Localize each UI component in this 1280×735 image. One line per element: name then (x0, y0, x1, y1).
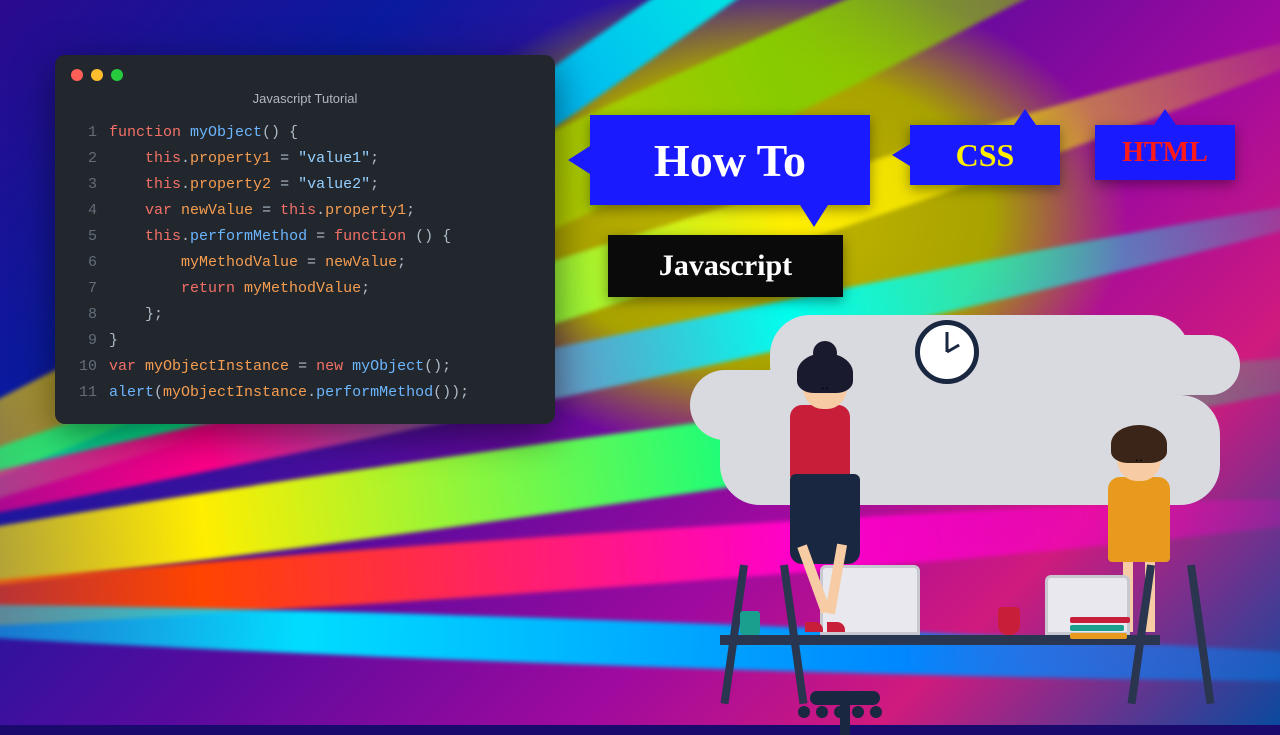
tag-html: HTML (1095, 125, 1235, 180)
code-line: 8 }; (71, 302, 539, 328)
code-line: 4 var newValue = this.property1; (71, 198, 539, 224)
window-controls (55, 69, 555, 85)
code-body: 1function myObject() {2 this.property1 =… (55, 120, 555, 406)
code-line: 2 this.property1 = "value1"; (71, 146, 539, 172)
person-sitting: • • (790, 361, 860, 637)
books-icon (1070, 617, 1130, 635)
code-line: 1function myObject() { (71, 120, 539, 146)
mug-icon (740, 611, 760, 635)
code-line: 6 myMethodValue = newValue; (71, 250, 539, 276)
illustration: • • • • (680, 275, 1240, 705)
code-line: 7 return myMethodValue; (71, 276, 539, 302)
tag-how-to: How To (590, 115, 870, 205)
clock-icon (915, 320, 979, 384)
tag-css: CSS (910, 125, 1060, 185)
code-editor-window: Javascript Tutorial 1function myObject()… (55, 55, 555, 424)
code-line: 5 this.performMethod = function () { (71, 224, 539, 250)
code-line: 11alert(myObjectInstance.performMethod()… (71, 380, 539, 406)
vase-icon (998, 607, 1020, 635)
window-title: Javascript Tutorial (55, 91, 555, 106)
code-line: 10var myObjectInstance = new myObject(); (71, 354, 539, 380)
minimize-icon[interactable] (91, 69, 103, 81)
code-line: 3 this.property2 = "value2"; (71, 172, 539, 198)
close-icon[interactable] (71, 69, 83, 81)
maximize-icon[interactable] (111, 69, 123, 81)
chair-icon (810, 691, 880, 705)
code-line: 9} (71, 328, 539, 354)
